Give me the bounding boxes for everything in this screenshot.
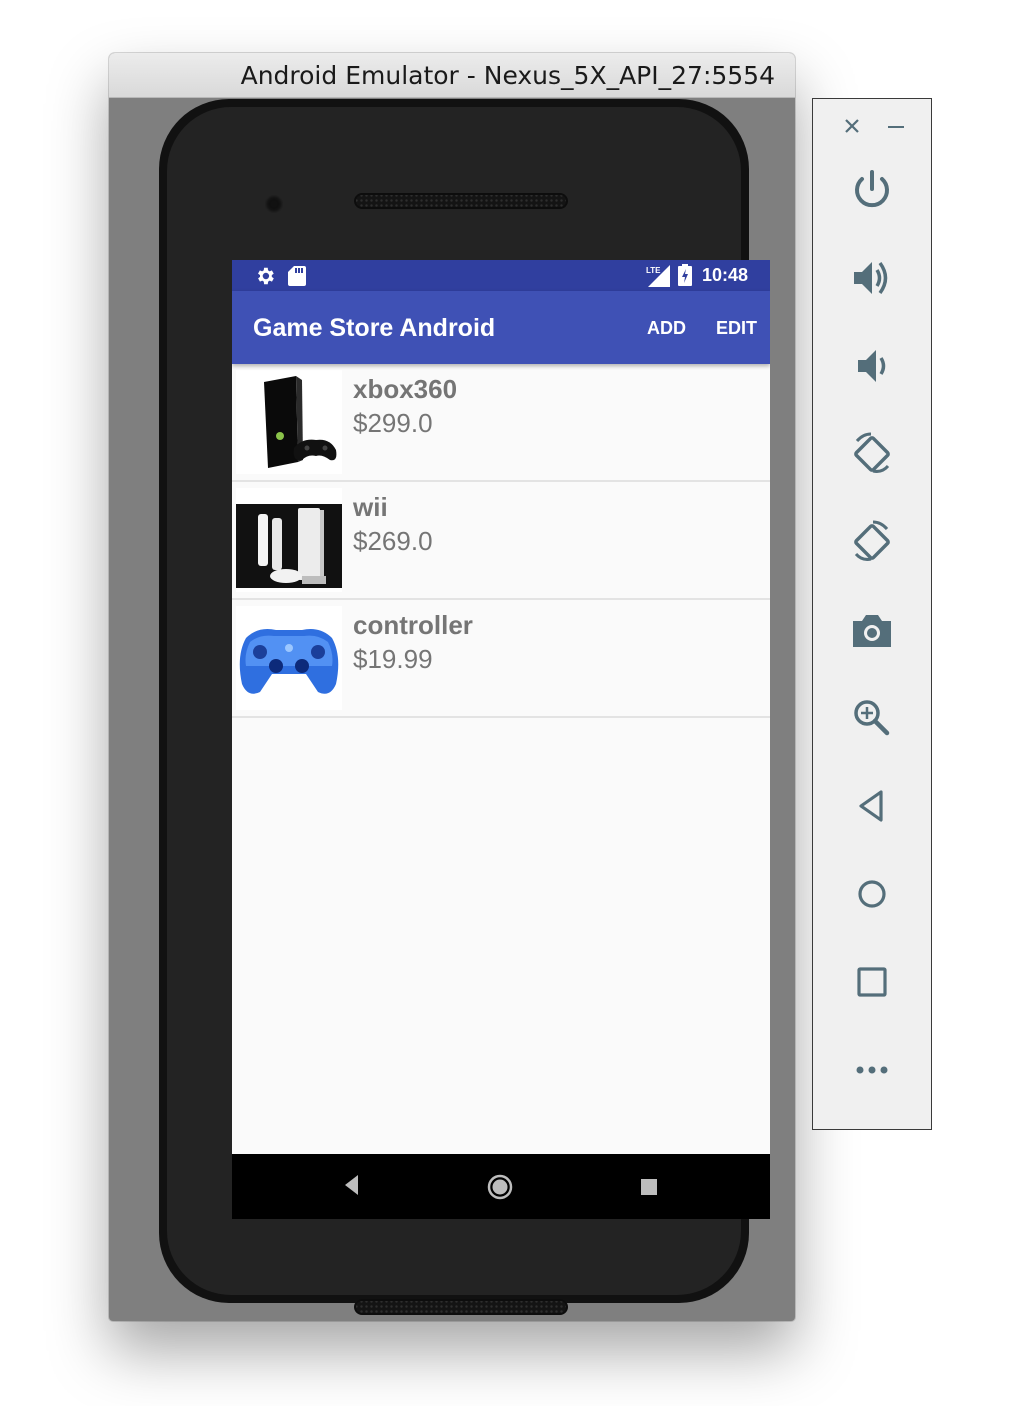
more-icon[interactable] bbox=[849, 1047, 895, 1093]
volume-down-icon[interactable] bbox=[849, 343, 895, 389]
xbox360-console-image bbox=[236, 370, 342, 474]
settings-icon bbox=[258, 267, 274, 285]
product-price: $299.0 bbox=[353, 408, 433, 438]
navigation-bar bbox=[232, 1154, 770, 1219]
overview-icon[interactable] bbox=[849, 959, 895, 1005]
product-price: $19.99 bbox=[353, 644, 433, 674]
wii-console-image bbox=[236, 488, 342, 592]
camera-icon[interactable] bbox=[849, 607, 895, 653]
list-item[interactable]: controller $19.99 bbox=[232, 600, 770, 718]
svg-text:LTE: LTE bbox=[646, 266, 661, 275]
rotate-right-icon[interactable] bbox=[849, 519, 895, 565]
add-button[interactable]: ADD bbox=[647, 291, 686, 366]
power-icon[interactable] bbox=[849, 167, 895, 213]
front-camera bbox=[265, 195, 283, 213]
home-icon[interactable] bbox=[487, 1174, 513, 1200]
back-icon[interactable] bbox=[849, 783, 895, 829]
zoom-icon[interactable] bbox=[849, 695, 895, 741]
app-toolbar: Game Store Android ADD EDIT bbox=[232, 291, 770, 364]
emulator-window: Android Emulator - Nexus_5X_API_27:5554 bbox=[109, 53, 795, 1321]
back-icon[interactable] bbox=[342, 1172, 360, 1198]
sd-card-icon bbox=[288, 266, 306, 286]
phone-frame: LTE 10:48 Game Store Android ADD EDIT xb… bbox=[159, 99, 770, 1315]
home-icon[interactable] bbox=[849, 871, 895, 917]
lte-signal-icon: LTE bbox=[646, 265, 670, 287]
device-screen[interactable]: LTE 10:48 Game Store Android ADD EDIT xb… bbox=[232, 260, 770, 1219]
blue-controller-image bbox=[236, 606, 342, 710]
edit-button[interactable]: EDIT bbox=[716, 291, 757, 366]
product-name: wii bbox=[353, 492, 388, 522]
battery-charging-icon bbox=[678, 264, 692, 286]
list-item[interactable]: xbox360 $299.0 bbox=[232, 364, 770, 482]
window-title: Android Emulator - Nexus_5X_API_27:5554 bbox=[240, 61, 775, 90]
product-list: xbox360 $299.0 wii $269.0 controller $19… bbox=[232, 364, 770, 718]
recents-icon[interactable] bbox=[640, 1178, 658, 1196]
product-name: controller bbox=[353, 610, 473, 640]
minimize-icon[interactable] bbox=[885, 115, 907, 137]
emulator-toolbar bbox=[812, 98, 932, 1130]
status-bar: LTE 10:48 bbox=[232, 260, 770, 291]
list-item[interactable]: wii $269.0 bbox=[232, 482, 770, 600]
window-titlebar[interactable]: Android Emulator - Nexus_5X_API_27:5554 bbox=[109, 53, 795, 98]
product-price: $269.0 bbox=[353, 526, 433, 556]
product-name: xbox360 bbox=[353, 374, 458, 404]
rotate-left-icon[interactable] bbox=[849, 431, 895, 477]
app-title: Game Store Android bbox=[253, 314, 496, 342]
speaker-grill-bottom bbox=[354, 1299, 568, 1315]
volume-up-icon[interactable] bbox=[849, 255, 895, 301]
close-icon[interactable] bbox=[841, 115, 863, 137]
status-time: 10:48 bbox=[702, 265, 749, 285]
speaker-grill-top bbox=[354, 193, 568, 209]
